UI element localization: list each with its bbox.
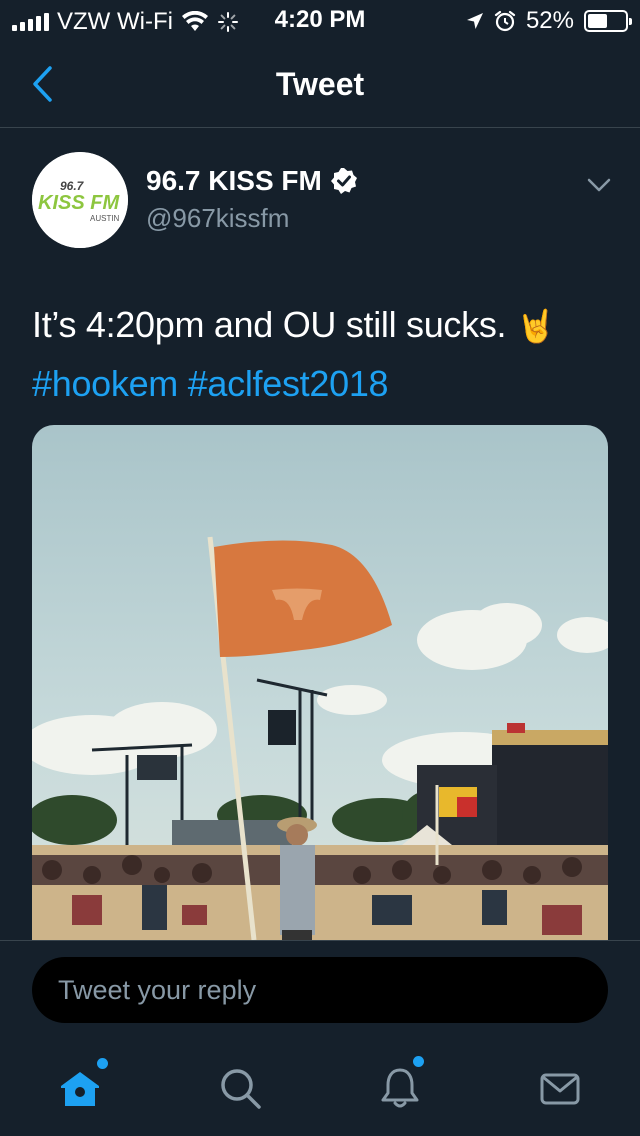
status-bar: VZW Wi-Fi 4:20 PM 52% [0, 0, 640, 40]
home-icon [61, 1072, 99, 1106]
author-handle[interactable]: @967kissfm [146, 203, 289, 234]
more-options-button[interactable] [584, 170, 614, 200]
tweet-photo[interactable] [32, 425, 608, 940]
notification-dot [97, 1058, 108, 1069]
notification-dot [413, 1056, 424, 1067]
hashtag-link[interactable]: #hookem [32, 363, 178, 404]
logo-brand: KISS FM [38, 192, 120, 214]
chevron-down-icon [587, 178, 611, 192]
author-name[interactable]: 96.7 KISS FM [146, 165, 358, 197]
reply-input[interactable] [32, 957, 608, 1023]
author-display-name[interactable]: 96.7 KISS FM [146, 165, 322, 197]
festival-photo [32, 425, 608, 940]
search-icon [221, 1069, 261, 1109]
reply-bar [0, 940, 640, 1040]
tweet-body: It’s 4:20pm and OU still sucks. [32, 304, 516, 345]
battery-fill [588, 14, 607, 28]
hashtag-link[interactable]: #aclfest2018 [188, 363, 389, 404]
tweet-text: It’s 4:20pm and OU still sucks. 🤘 #hooke… [32, 296, 612, 413]
battery-percent: 52% [525, 7, 574, 34]
tab-search[interactable] [214, 1062, 266, 1114]
battery-icon [584, 10, 632, 32]
location-arrow-icon [466, 13, 483, 29]
tab-home[interactable] [54, 1058, 108, 1114]
alarm-icon [494, 10, 516, 32]
logo-city: AUSTIN [90, 214, 120, 223]
bell-icon [381, 1068, 419, 1108]
status-right: 52% [466, 7, 632, 35]
tab-messages[interactable] [534, 1062, 586, 1114]
nav-bar: Tweet [0, 40, 640, 128]
tab-notifications[interactable] [374, 1056, 426, 1114]
logo-freq: 96.7 [60, 179, 85, 193]
envelope-icon [540, 1073, 580, 1105]
kissfm-logo: 96.7 KISS FM AUSTIN [32, 152, 128, 248]
tab-bar [0, 1040, 640, 1136]
verified-badge-icon [330, 168, 357, 194]
page-title: Tweet [275, 66, 365, 102]
avatar[interactable]: 96.7 KISS FM AUSTIN [32, 152, 128, 248]
rock-hand-emoji: 🤘 [515, 307, 556, 345]
